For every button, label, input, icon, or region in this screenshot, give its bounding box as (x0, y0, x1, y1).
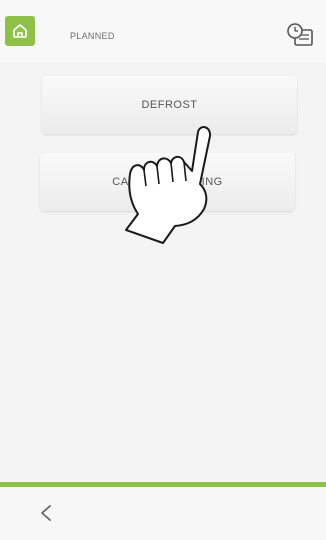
menu-list: DEFROST CABINET LIGHTING (0, 62, 326, 482)
clock-card-icon (287, 23, 313, 46)
chevron-left-icon (41, 505, 51, 521)
footer-bar (0, 487, 326, 540)
home-button[interactable] (5, 16, 35, 46)
back-button[interactable] (33, 499, 61, 527)
page-title: PLANNED (70, 31, 115, 41)
cabinet-lighting-button[interactable]: CABINET LIGHTING (40, 153, 295, 211)
header-bar: PLANNED (0, 0, 326, 63)
home-icon (13, 24, 27, 38)
defrost-button[interactable]: DEFROST (42, 76, 297, 134)
clock-button[interactable] (286, 22, 314, 48)
